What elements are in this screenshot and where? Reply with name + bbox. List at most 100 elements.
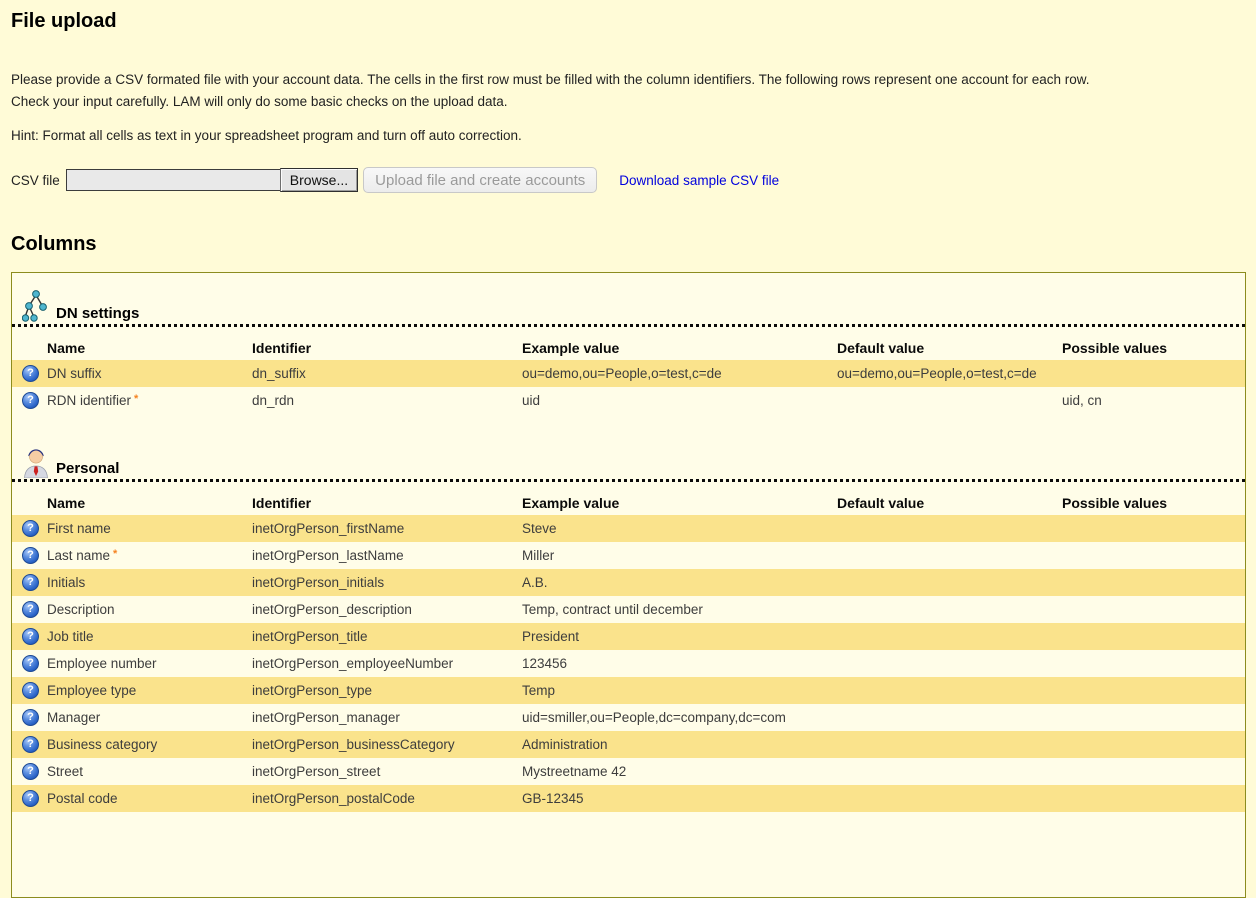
help-cell: ? <box>12 520 47 537</box>
required-asterisk: * <box>113 548 117 560</box>
column-name: Initials <box>47 575 85 590</box>
column-name-cell: Business category* <box>47 737 252 752</box>
column-name-cell: DN suffix* <box>47 366 252 381</box>
header-default-value: Default value <box>837 495 1062 511</box>
column-identifier: dn_suffix <box>252 366 522 381</box>
column-example-value: Temp, contract until december <box>522 602 837 617</box>
person-icon <box>22 442 50 478</box>
table-row: ? Business category* inetOrgPerson_busin… <box>12 731 1245 758</box>
table-row: ? Initials* inetOrgPerson_initials A.B. <box>12 569 1245 596</box>
column-identifier: inetOrgPerson_employeeNumber <box>252 656 522 671</box>
column-identifier: inetOrgPerson_manager <box>252 710 522 725</box>
column-name-cell: Employee type* <box>47 683 252 698</box>
column-identifier: inetOrgPerson_description <box>252 602 522 617</box>
column-name-cell: Manager* <box>47 710 252 725</box>
help-cell: ? <box>12 601 47 618</box>
column-name-cell: First name* <box>47 521 252 536</box>
csv-file-input[interactable] <box>66 169 280 191</box>
column-name: RDN identifier <box>47 393 131 408</box>
table-row: ? DN suffix* dn_suffix ou=demo,ou=People… <box>12 360 1245 387</box>
column-example-value: ou=demo,ou=People,o=test,c=de <box>522 366 837 381</box>
help-cell: ? <box>12 682 47 699</box>
table-row: ? Postal code* inetOrgPerson_postalCode … <box>12 785 1245 812</box>
table-row: ? RDN identifier* dn_rdn uid uid, cn <box>12 387 1245 414</box>
intro-line-2: Check your input carefully. LAM will onl… <box>11 91 1245 113</box>
download-sample-csv-link[interactable]: Download sample CSV file <box>619 173 779 188</box>
column-name-cell: Description* <box>47 602 252 617</box>
columns-section-title: Columns <box>11 233 1245 256</box>
table-header-row: Name Identifier Example value Default va… <box>12 491 1245 515</box>
page-title: File upload <box>11 10 1245 33</box>
section-title: DN settings <box>56 305 139 323</box>
header-identifier: Identifier <box>252 495 522 511</box>
browse-button[interactable]: Browse... <box>280 168 358 192</box>
help-cell: ? <box>12 547 47 564</box>
help-icon[interactable]: ? <box>22 601 39 618</box>
help-cell: ? <box>12 655 47 672</box>
column-identifier: inetOrgPerson_initials <box>252 575 522 590</box>
upload-button[interactable]: Upload file and create accounts <box>363 167 597 193</box>
help-icon[interactable]: ? <box>22 628 39 645</box>
help-cell: ? <box>12 709 47 726</box>
help-cell: ? <box>12 790 47 807</box>
column-example-value: uid <box>522 393 837 408</box>
help-icon[interactable]: ? <box>22 763 39 780</box>
column-name: First name <box>47 521 111 536</box>
column-section: DN settings Name Identifier Example valu… <box>12 289 1245 414</box>
help-icon[interactable]: ? <box>22 365 39 382</box>
table-row: ? First name* inetOrgPerson_firstName St… <box>12 515 1245 542</box>
help-icon[interactable]: ? <box>22 682 39 699</box>
header-default-value: Default value <box>837 340 1062 356</box>
help-icon[interactable]: ? <box>22 790 39 807</box>
column-name: Job title <box>47 629 94 644</box>
header-name: Name <box>47 340 252 356</box>
column-section: Personal Name Identifier Example value D… <box>12 442 1245 812</box>
table-row: ? Description* inetOrgPerson_description… <box>12 596 1245 623</box>
column-name: Business category <box>47 737 157 752</box>
header-possible-values: Possible values <box>1062 495 1245 511</box>
section-header: DN settings <box>12 289 1245 327</box>
table-row: ? Employee number* inetOrgPerson_employe… <box>12 650 1245 677</box>
header-example-value: Example value <box>522 340 837 356</box>
hint-text: Hint: Format all cells as text in your s… <box>11 128 1245 143</box>
table-rows: ? First name* inetOrgPerson_firstName St… <box>12 515 1245 812</box>
table-rows: ? DN suffix* dn_suffix ou=demo,ou=People… <box>12 360 1245 414</box>
help-icon[interactable]: ? <box>22 547 39 564</box>
tree-icon <box>22 289 50 323</box>
help-cell: ? <box>12 736 47 753</box>
column-example-value: 123456 <box>522 656 837 671</box>
help-icon[interactable]: ? <box>22 392 39 409</box>
header-possible-values: Possible values <box>1062 340 1245 356</box>
help-cell: ? <box>12 392 47 409</box>
column-example-value: uid=smiller,ou=People,dc=company,dc=com <box>522 710 837 725</box>
column-name-cell: Street* <box>47 764 252 779</box>
column-identifier: inetOrgPerson_businessCategory <box>252 737 522 752</box>
help-icon[interactable]: ? <box>22 520 39 537</box>
help-cell: ? <box>12 574 47 591</box>
column-name: Description <box>47 602 115 617</box>
column-example-value: GB-12345 <box>522 791 837 806</box>
table-header-row: Name Identifier Example value Default va… <box>12 336 1245 360</box>
help-icon[interactable]: ? <box>22 574 39 591</box>
column-identifier: inetOrgPerson_lastName <box>252 548 522 563</box>
column-example-value: Mystreetname 42 <box>522 764 837 779</box>
column-name: Postal code <box>47 791 118 806</box>
column-identifier: inetOrgPerson_postalCode <box>252 791 522 806</box>
column-identifier: inetOrgPerson_street <box>252 764 522 779</box>
column-identifier: inetOrgPerson_type <box>252 683 522 698</box>
table-row: ? Street* inetOrgPerson_street Mystreetn… <box>12 758 1245 785</box>
header-example-value: Example value <box>522 495 837 511</box>
help-cell: ? <box>12 763 47 780</box>
column-name: Employee type <box>47 683 136 698</box>
help-cell: ? <box>12 365 47 382</box>
help-icon[interactable]: ? <box>22 655 39 672</box>
column-example-value: Temp <box>522 683 837 698</box>
column-name-cell: RDN identifier* <box>47 393 252 408</box>
column-name-cell: Job title* <box>47 629 252 644</box>
header-name: Name <box>47 495 252 511</box>
column-example-value: President <box>522 629 837 644</box>
column-possible-values: uid, cn <box>1062 393 1245 408</box>
help-icon[interactable]: ? <box>22 709 39 726</box>
help-icon[interactable]: ? <box>22 736 39 753</box>
column-name-cell: Initials* <box>47 575 252 590</box>
